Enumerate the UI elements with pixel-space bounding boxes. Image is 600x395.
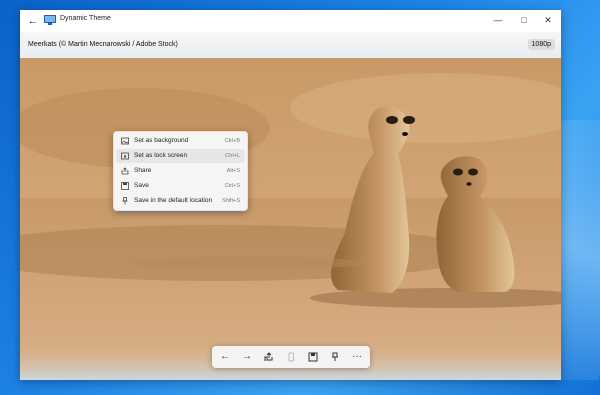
menu-item-label: Save in the default location (134, 197, 213, 204)
save-icon (121, 182, 129, 190)
menu-item-share[interactable]: Share Alt+S (116, 164, 245, 178)
share-icon[interactable] (260, 348, 278, 366)
photo-title: Meerkats (© Martin Mecnarowski / Adobe S… (28, 41, 178, 48)
window-title: Dynamic Theme (60, 15, 111, 22)
menu-item-label: Share (134, 167, 152, 174)
menu-item-label: Set as background (134, 137, 189, 144)
app-icon (44, 15, 56, 25)
pin-icon[interactable] (326, 348, 344, 366)
title-bar: ← Dynamic Theme — □ ✕ (20, 10, 561, 32)
minimize-button[interactable]: — (487, 12, 509, 28)
menu-item-shortcut: Ctrl+S (224, 183, 240, 189)
forward-arrow-icon[interactable]: → (238, 348, 256, 366)
close-button[interactable]: ✕ (537, 12, 559, 28)
menu-item-shortcut: Ctrl+L (225, 153, 240, 159)
image-icon (121, 137, 129, 145)
back-arrow-icon[interactable]: ← (216, 348, 234, 366)
more-icon[interactable]: ··· (348, 348, 366, 366)
share-icon (121, 167, 129, 175)
menu-item-set-lock-screen[interactable]: Set as lock screen Ctrl+L (116, 149, 245, 163)
resolution-badge: 1080p (527, 39, 555, 50)
maximize-button[interactable]: □ (513, 12, 535, 28)
menu-item-shortcut: Ctrl+B (224, 138, 240, 144)
wallpaper-photo (20, 58, 561, 380)
app-window: ← Dynamic Theme — □ ✕ Meerkats (© Martin… (20, 10, 561, 380)
photo-header: Meerkats (© Martin Mecnarowski / Adobe S… (20, 32, 561, 59)
lock-screen-icon (121, 152, 129, 160)
menu-item-label: Set as lock screen (134, 152, 188, 159)
menu-item-label: Save (134, 182, 149, 189)
menu-item-set-background[interactable]: Set as background Ctrl+B (116, 134, 245, 148)
menu-item-save-default-location[interactable]: Save in the default location Shift+S (116, 194, 245, 208)
context-menu: Set as background Ctrl+B Set as lock scr… (113, 131, 248, 211)
menu-item-shortcut: Alt+S (226, 168, 240, 174)
menu-item-shortcut: Shift+S (222, 198, 240, 204)
phone-icon (282, 348, 300, 366)
image-toolbar: ← → ··· (212, 346, 370, 368)
save-icon[interactable] (304, 348, 322, 366)
pin-icon (122, 197, 128, 205)
back-icon[interactable]: ← (26, 14, 40, 28)
menu-item-save[interactable]: Save Ctrl+S (116, 179, 245, 193)
